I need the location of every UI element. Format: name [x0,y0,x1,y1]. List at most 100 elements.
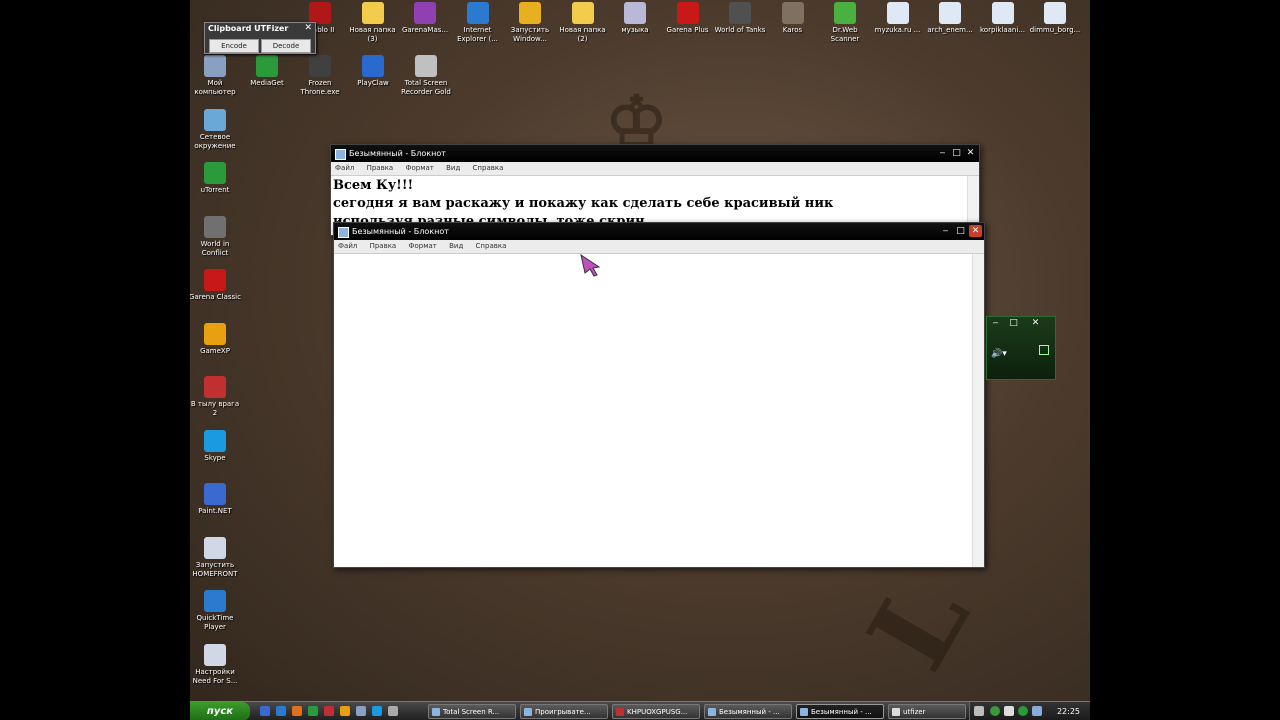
taskbar-button-player[interactable]: Проигрывате... [520,704,608,719]
desktop-icon[interactable]: dimmu_borg... [1028,2,1082,35]
app-icon [309,2,331,24]
menu-file[interactable]: Файл [335,164,354,172]
close-button[interactable]: ✕ [964,147,977,159]
desktop-icon-label: MediaGet [250,79,284,87]
taskbar-button-utfizer[interactable]: utfizer [888,704,966,719]
taskbar-button-notepad-1[interactable]: Безымянный - ... [704,704,792,719]
maximize-button[interactable]: □ [950,147,963,159]
encode-button[interactable]: Encode [209,39,259,53]
menu-help[interactable]: Справка [476,242,507,250]
desktop-icon-label: Мой компьютер [194,79,236,96]
titlebar[interactable]: Безымянный - Блокнот ‒ □ ✕ [334,223,984,240]
app-icon [309,55,331,77]
desktop-icon[interactable]: Internet Explorer (... [451,2,505,44]
vertical-scrollbar[interactable] [972,254,984,567]
menu-file[interactable]: Файл [338,242,357,250]
internet-explorer-icon[interactable] [276,706,286,716]
menu-edit[interactable]: Правка [370,242,397,250]
desktop-icon[interactable]: Новая папка (3) [346,2,400,44]
expand-icon[interactable] [1039,345,1049,355]
app-icon [571,2,594,24]
desktop-icon[interactable]: Garena Classic [190,269,242,302]
tray-app-icon[interactable] [990,706,1000,716]
app-icon [204,55,226,77]
maximize-button[interactable]: □ [954,225,967,237]
desktop-icon[interactable]: GarenaMas... [398,2,452,35]
menu-edit[interactable]: Правка [367,164,394,172]
app-icon [204,376,226,398]
desktop-icon[interactable]: Frozen Throne.exe [293,55,347,97]
menu-format[interactable]: Формат [405,164,433,172]
desktop-icon[interactable]: PlayClaw [346,55,400,88]
close-icon[interactable]: ✕ [304,23,312,33]
app-icon [256,55,278,77]
desktop: S L ♔ Diablo IIНовая папка (3)GarenaMas.… [190,0,1090,720]
desktop-icon[interactable]: Мой компьютер [190,55,242,97]
desktop-icon-label: PlayClaw [357,79,389,87]
titlebar[interactable]: Безымянный - Блокнот ‒ □ ✕ [331,145,979,162]
taskbar-button-notepad-2[interactable]: Безымянный - ... [796,704,884,719]
desktop-icon[interactable]: World in Conflict [190,215,242,258]
desktop-icon[interactable]: Dr.Web Scanner [818,2,872,44]
clipboard-utfizer-title: Clipboard UTFizer [208,24,289,33]
minimize-button[interactable]: ‒ [989,317,1002,329]
text-area[interactable] [334,254,972,567]
desktop-icon[interactable]: музыка [608,2,662,35]
desktop-icon-label: Сетевое окружение [194,132,236,150]
app-icon[interactable] [340,706,350,716]
close-button[interactable]: ✕ [1029,317,1042,329]
menu-view[interactable]: Вид [446,164,460,172]
language-icon[interactable] [974,706,984,716]
desktop-icon[interactable]: arch_enem... [923,2,977,35]
desktop-icon-label: arch_enem... [927,26,973,34]
taskbar-button-khpuoxgpusg[interactable]: KHPUOXGPUSG... [612,704,700,719]
notepad-window-front[interactable]: Безымянный - Блокнот ‒ □ ✕ Файл Правка Ф… [333,222,985,568]
maximize-button[interactable]: □ [1007,317,1020,329]
desktop-icon[interactable]: Skype [190,429,242,463]
app-icon [204,269,226,291]
menu-view[interactable]: Вид [449,242,463,250]
desktop-icon[interactable]: Total Screen Recorder Gold [399,55,453,97]
desktop-icon[interactable]: QuickTime Player [190,590,242,632]
taskbar-button-total-screen-recorder[interactable]: Total Screen R... [428,704,516,719]
desktop-icon[interactable]: Новая папка (2) [556,2,610,44]
minimize-button[interactable]: ‒ [936,147,949,159]
app-icon[interactable] [388,706,398,716]
desktop-icon-label: Dr.Web Scanner [830,26,860,43]
desktop-icon[interactable]: Запустить Window... [503,2,557,44]
window-title: Безымянный - Блокнот [352,227,449,236]
media-player-widget[interactable]: ‒ □ ✕ 🔊▾ [986,316,1056,380]
desktop-icon[interactable]: MediaGet [240,55,294,88]
desktop-icon[interactable]: В тылу врага 2 [190,376,242,418]
desktop-icon[interactable]: myzuka.ru ... [871,2,925,35]
desktop-icon[interactable]: Karos [766,2,820,35]
utorrent-tray-icon[interactable] [1018,706,1028,716]
desktop-icon[interactable]: GameXP [190,322,242,356]
network-icon[interactable] [1032,706,1042,716]
desktop-icon[interactable]: Paint.NET [190,483,242,516]
firefox-icon[interactable] [292,706,302,716]
volume-icon[interactable] [1004,706,1014,716]
app-icon[interactable] [372,706,382,716]
desktop-icon[interactable]: korpiklaani... [976,2,1030,35]
app-icon [204,590,226,612]
decode-button[interactable]: Decode [261,39,311,53]
menu-format[interactable]: Формат [408,242,436,250]
desktop-icon[interactable]: uTorrent [190,162,242,195]
desktop-icon[interactable]: World of Tanks [713,2,767,35]
desktop-icon[interactable]: Запустить HOMEFRONT [190,536,242,579]
volume-icon[interactable]: 🔊▾ [991,349,1007,359]
desktop-icon-label: Total Screen Recorder Gold [401,79,451,96]
opera-icon[interactable] [324,706,334,716]
menu-help[interactable]: Справка [473,164,504,172]
desktop-icon[interactable]: Настройки Need For S... [190,643,242,686]
utorrent-icon[interactable] [308,706,318,716]
start-button[interactable]: пуск [190,702,250,720]
app-icon[interactable] [356,706,366,716]
close-button[interactable]: ✕ [969,225,982,237]
desktop-icon[interactable]: Garena Plus [661,2,715,35]
text-line-2: сегодня я вам раскажу и покажу как сдела… [333,196,834,211]
minimize-button[interactable]: ‒ [939,225,952,237]
show-desktop-icon[interactable] [260,706,270,716]
desktop-icon[interactable]: Сетевое окружение [190,108,242,151]
